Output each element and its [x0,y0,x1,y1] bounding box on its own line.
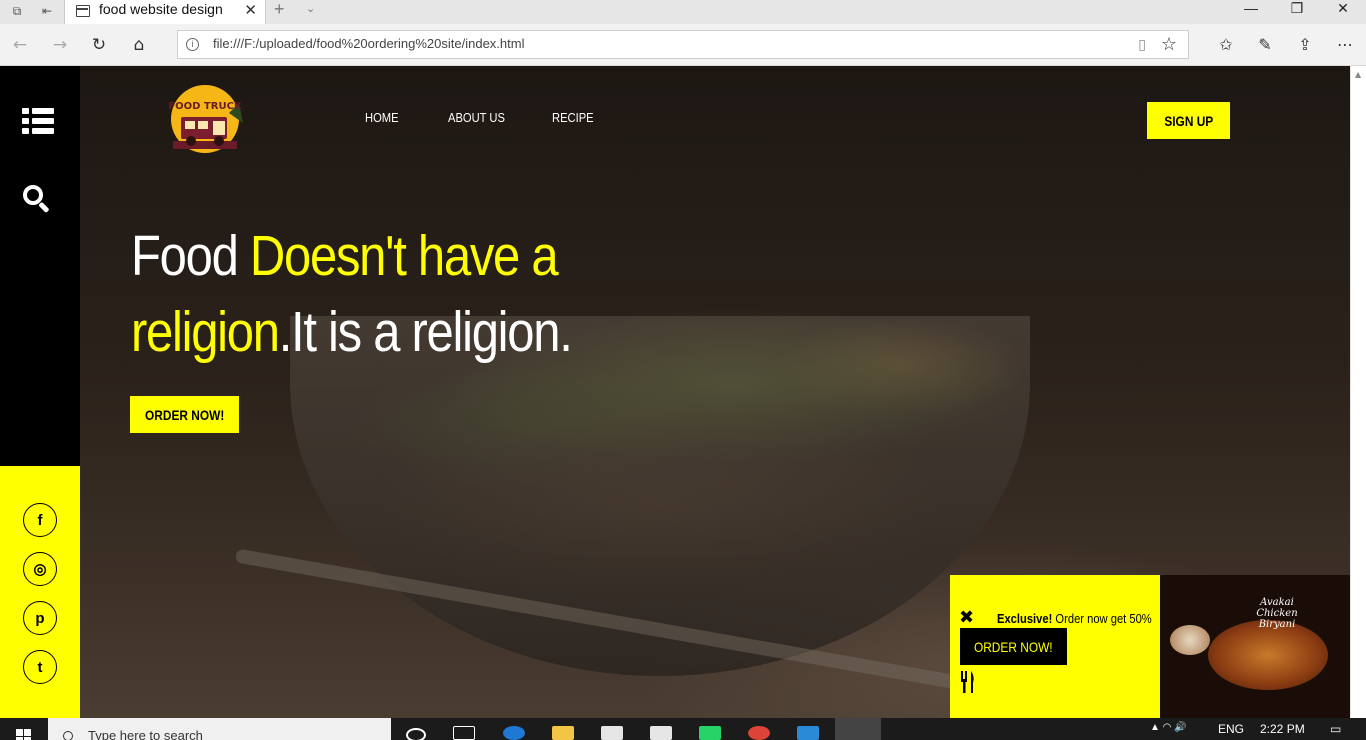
language-indicator[interactable]: ENG [1218,722,1244,736]
pinterest-icon[interactable]: p [23,601,57,635]
promo-exclusive: Exclusive! [997,611,1053,626]
menu-list-icon[interactable] [22,108,54,134]
sidebar [0,66,80,466]
browser-address-bar: ← → ↻ ⌂ i file:///F:/uploaded/food%20ord… [0,24,1366,66]
web-page: f ◎ p t FOOD TRUCK HOME ABOUT US RECIPE … [0,66,1350,718]
clock[interactable]: 2:22 PM [1260,722,1305,736]
food-truck-logo[interactable]: FOOD TRUCK [163,83,247,159]
restore-button[interactable]: ❐ [1274,0,1320,20]
tab-close-icon[interactable]: ✕ [244,1,257,19]
nav-about-us[interactable]: ABOUT US [448,110,505,125]
fork-knife-icon [961,671,974,693]
new-tab-button[interactable]: + [274,0,285,18]
url-field[interactable]: i file:///F:/uploaded/food%20ordering%20… [177,30,1189,59]
headline-food: Food [131,224,250,288]
favorites-icon[interactable]: ✩ [1215,34,1237,56]
store-icon[interactable] [601,726,623,740]
tab-list-chevron-icon[interactable]: ⌄ [306,0,315,18]
promo-popup: ✖ Exclusive! Order now get 50% ORDER NOW… [950,575,1160,718]
taskbar-search-icon [63,731,73,740]
minimize-button[interactable]: — [1228,0,1274,20]
headline-highlight-1: Doesn't have a [249,224,559,288]
whatsapp-icon[interactable] [699,726,721,740]
nav-recipe[interactable]: RECIPE [552,110,594,125]
browser-tab[interactable]: food website design ✕ [64,0,266,24]
hero-headline: Food Doesn't have a religion.It is a rel… [131,218,731,370]
set-aside-tabs-icon[interactable]: ⇤ [38,3,56,19]
facebook-icon[interactable]: f [23,503,57,537]
reading-view-icon[interactable]: ▯ [1138,37,1146,53]
promo-offer: Order now get 50% [1052,611,1152,626]
headline-line-2: religion.It is a religion. [131,294,647,370]
biryani-promo-image[interactable]: Avakai Chicken Biryani [1160,575,1350,718]
headline-highlight-2: religion [131,300,280,364]
back-arrow-icon[interactable]: ← [9,34,31,56]
biryani-plate-image [1208,620,1328,690]
mail-icon[interactable] [650,726,672,740]
promo-text: Exclusive! Order now get 50% [997,611,1152,626]
taskbar-search-box[interactable]: Type here to search [48,718,391,740]
logo-text: FOOD TRUCK [168,101,243,112]
promo-order-button[interactable]: ORDER NOW! [960,628,1067,665]
vscode-icon[interactable] [797,726,819,740]
nav-home[interactable]: HOME [365,110,399,125]
info-icon[interactable]: i [186,38,199,51]
instagram-icon[interactable]: ◎ [23,552,57,586]
sign-up-button[interactable]: SIGN UP [1147,102,1230,139]
cortana-icon[interactable] [406,728,426,740]
active-app-icon[interactable] [835,718,881,740]
order-now-button[interactable]: ORDER NOW! [130,396,239,433]
search-icon[interactable] [23,185,51,214]
pen-icon[interactable]: ✎ [1254,34,1276,56]
social-sidebar: f ◎ p t [0,466,80,718]
file-explorer-icon[interactable] [552,726,574,740]
share-icon[interactable]: ⇪ [1294,34,1316,56]
browser-tab-bar: ⧉ ⇤ food website design ✕ + ⌄ — ❐ ✕ [0,0,1366,24]
tab-title: food website design [99,1,223,17]
headline-line-1: Food Doesn't have a [131,218,647,294]
windows-taskbar: Type here to search ▲ ◠ 🔊 ENG 2:22 PM ▭ [0,718,1366,740]
network-icon[interactable]: ▲ ◠ 🔊 [1150,722,1187,733]
windows-start-icon[interactable] [16,729,32,740]
notifications-icon[interactable]: ▭ [1330,722,1341,736]
refresh-icon[interactable]: ↻ [88,34,110,56]
sign-up-label: SIGN UP [1164,112,1213,129]
page-icon [76,5,90,17]
twitter-icon[interactable]: t [23,650,57,684]
biryani-caption: Avakai Chicken Biryani [1256,597,1298,630]
order-now-label: ORDER NOW! [144,406,225,423]
more-icon[interactable]: ⋯ [1334,34,1356,56]
close-window-button[interactable]: ✕ [1320,0,1366,20]
page-scrollbar[interactable]: ▲ [1350,66,1366,718]
favorite-star-icon[interactable]: ☆ [1161,34,1177,55]
tab-actions-icon[interactable]: ⧉ [8,3,26,19]
home-icon[interactable]: ⌂ [128,34,150,56]
headline-rest: .It is a religion. [278,300,573,364]
edge-icon[interactable] [503,726,525,740]
promo-order-label: ORDER NOW! [974,638,1053,655]
scroll-up-arrow-icon[interactable]: ▲ [1355,70,1361,79]
taskbar-search-placeholder: Type here to search [88,728,203,740]
curry-bowl-image [1170,625,1210,655]
close-promo-icon[interactable]: ✖ [959,607,974,628]
chrome-icon[interactable] [748,726,770,740]
url-text: file:///F:/uploaded/food%20ordering%20si… [213,36,525,51]
forward-arrow-icon[interactable]: → [49,34,71,56]
task-view-icon[interactable] [453,726,475,740]
